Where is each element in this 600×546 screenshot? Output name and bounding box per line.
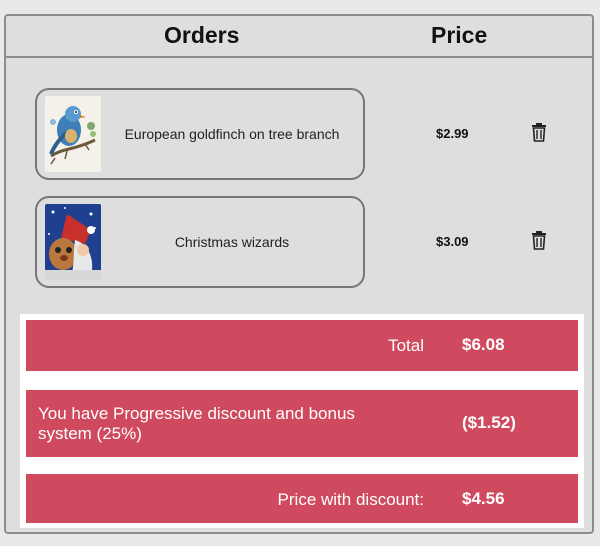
- order-item-price: $2.99: [436, 126, 469, 141]
- discount-row: You have Progressive discount and bonus …: [26, 390, 578, 457]
- discount-value: ($1.52): [462, 413, 516, 432]
- total-value: $6.08: [462, 335, 505, 354]
- final-price-value: $4.56: [462, 489, 505, 508]
- order-summary-panel: Orders Price European goldfinch on tree …: [4, 14, 594, 534]
- price-column-header: Price: [431, 22, 488, 48]
- trash-icon[interactable]: [530, 230, 548, 250]
- table-header: Orders Price: [6, 16, 592, 58]
- order-item-name: Christmas wizards: [174, 234, 290, 250]
- final-price-row: Price with discount: $4.56: [26, 474, 578, 523]
- total-row: Total $6.08: [26, 320, 578, 371]
- order-item-price: $3.09: [436, 234, 469, 249]
- bird-painting-thumbnail: [45, 96, 101, 172]
- christmas-wizard-thumbnail: [45, 204, 101, 280]
- order-row: Christmas wizards $3.09: [6, 196, 592, 292]
- order-item-card[interactable]: Christmas wizards: [35, 196, 365, 288]
- discount-label: You have Progressive discount and bonus …: [38, 404, 355, 443]
- total-label: Total: [388, 336, 424, 355]
- order-row: European goldfinch on tree branch $2.99: [6, 88, 592, 184]
- final-price-label: Price with discount:: [277, 490, 424, 509]
- order-item-name: European goldfinch on tree branch: [124, 126, 340, 142]
- orders-column-header: Orders: [164, 22, 240, 48]
- order-item-card[interactable]: European goldfinch on tree branch: [35, 88, 365, 180]
- trash-icon[interactable]: [530, 122, 548, 142]
- price-summary: Total $6.08 You have Progressive discoun…: [20, 314, 584, 528]
